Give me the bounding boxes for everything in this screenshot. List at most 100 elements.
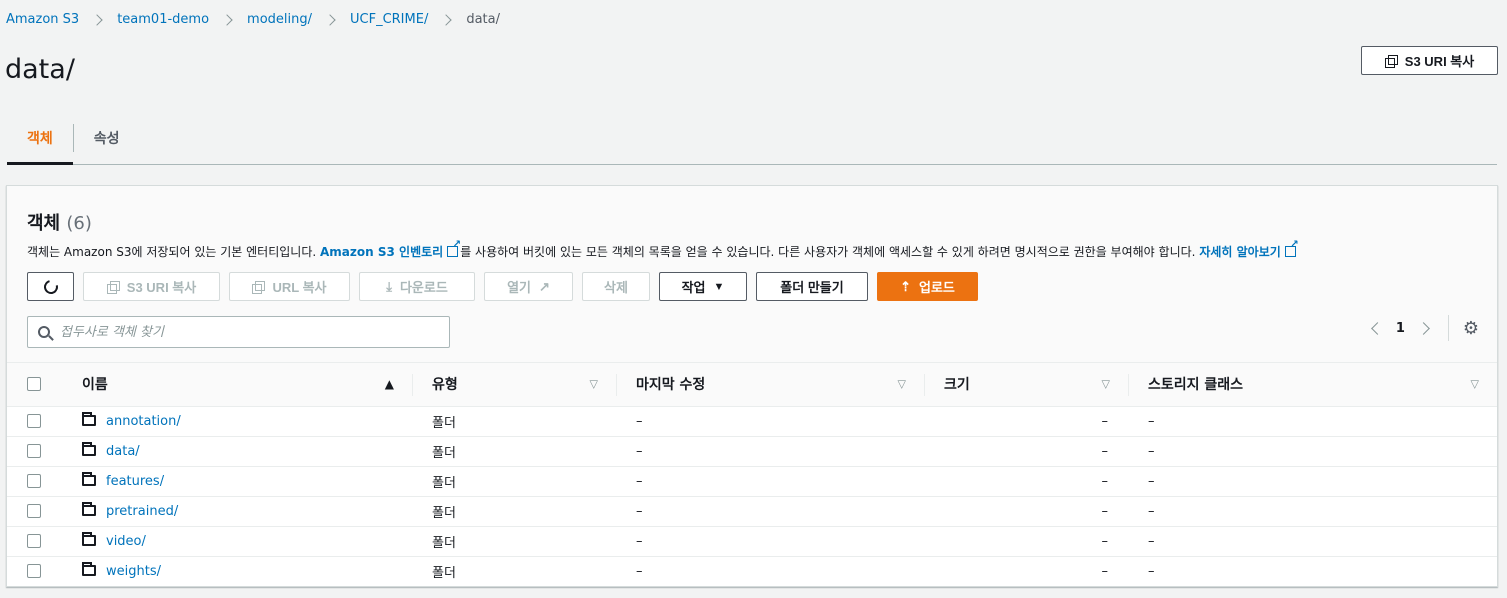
inventory-link[interactable]: Amazon S3 인벤토리 (320, 245, 443, 259)
object-name-link[interactable]: features/ (106, 474, 164, 489)
table-row: annotation/ 폴더 – – – (7, 406, 1497, 436)
folder-icon (82, 471, 96, 486)
tab-objects[interactable]: 객체 (7, 112, 73, 165)
column-storage-class[interactable]: 스토리지 클래스 ▽ (1128, 363, 1497, 406)
modified-cell: – (636, 413, 643, 429)
type-cell: 폴더 (432, 475, 456, 491)
refresh-icon (40, 276, 61, 297)
panel-title-text: 객체 (27, 213, 61, 234)
type-cell: 폴더 (432, 415, 456, 431)
object-name-link[interactable]: weights/ (106, 564, 161, 579)
toolbar-copy-s3-uri-button[interactable]: S3 URI 복사 (83, 272, 220, 301)
modified-cell: – (636, 443, 643, 459)
type-cell: 폴더 (432, 535, 456, 551)
upload-button[interactable]: ⇡ 업로드 (877, 272, 978, 301)
table-row: weights/ 폴더 – – – (7, 556, 1497, 586)
chevron-right-icon (221, 13, 233, 26)
open-label: 열기 (507, 280, 531, 295)
sort-icon[interactable]: ▽ (590, 378, 598, 391)
select-all-cell (7, 363, 62, 406)
toolbar-copy-s3-uri-label: S3 URI 복사 (126, 280, 197, 295)
folder-icon (82, 561, 96, 576)
name-cell: pretrained/ (62, 496, 412, 526)
row-checkbox[interactable] (27, 474, 41, 488)
download-icon: ⤓ (386, 278, 392, 294)
search-input[interactable] (60, 324, 440, 340)
pagination: 1 ⚙ (1369, 314, 1479, 342)
sort-icon[interactable]: ▽ (1471, 378, 1479, 391)
delete-button[interactable]: 삭제 (582, 272, 650, 301)
objects-panel: 객체 (6) 객체는 Amazon S3에 저장되어 있는 기본 엔터티입니다.… (6, 185, 1498, 587)
next-page-icon[interactable] (1416, 321, 1430, 335)
column-size-label: 크기 (944, 377, 970, 394)
learn-more-link[interactable]: 자세히 알아보기 (1199, 245, 1280, 259)
size-cell: – (1101, 533, 1109, 549)
row-checkbox[interactable] (27, 564, 41, 579)
external-link-icon: ↗ (539, 278, 550, 294)
tab-bar: 객체 속성 (7, 112, 1497, 165)
storage-class-cell: – (1148, 413, 1155, 429)
folder-icon (82, 411, 96, 426)
name-cell: annotation/ (62, 406, 412, 436)
current-page[interactable]: 1 (1396, 321, 1405, 336)
desc-prefix: 객체는 Amazon S3에 저장되어 있는 기본 엔터티입니다. (27, 245, 317, 259)
size-cell: – (1101, 443, 1109, 459)
gear-icon[interactable]: ⚙ (1463, 318, 1479, 339)
download-button[interactable]: ⤓ 다운로드 (359, 272, 475, 301)
row-checkbox[interactable] (27, 414, 41, 428)
column-name[interactable]: 이름 ▲ (62, 363, 412, 406)
type-cell: 폴더 (432, 565, 456, 581)
breadcrumb-bucket[interactable]: team01-demo (117, 12, 209, 27)
name-cell: data/ (62, 436, 412, 466)
column-divider (412, 374, 413, 396)
folder-icon (82, 501, 96, 516)
breadcrumb-ucf-crime[interactable]: UCF_CRIME/ (350, 12, 428, 27)
copy-s3-uri-button[interactable]: S3 URI 복사 (1361, 46, 1498, 75)
delete-label: 삭제 (604, 280, 628, 295)
object-name-link[interactable]: annotation/ (106, 414, 181, 429)
copy-icon (1384, 54, 1398, 68)
row-checkbox[interactable] (27, 534, 41, 548)
sort-icon[interactable]: ▽ (1102, 378, 1110, 391)
previous-page-icon[interactable] (1370, 321, 1384, 335)
name-cell: features/ (62, 466, 412, 496)
column-storage-label: 스토리지 클래스 (1148, 377, 1244, 394)
row-select-cell (7, 526, 62, 556)
breadcrumb-modeling[interactable]: modeling/ (247, 12, 312, 27)
name-cell: weights/ (62, 556, 412, 586)
sort-ascending-icon[interactable]: ▲ (385, 377, 394, 391)
actions-label: 작업 (681, 280, 706, 295)
storage-class-cell: – (1148, 473, 1155, 489)
create-folder-button[interactable]: 폴더 만들기 (756, 272, 868, 301)
page-title: data/ (5, 54, 75, 85)
column-modified[interactable]: 마지막 수정 ▽ (616, 363, 924, 406)
refresh-button[interactable] (27, 272, 74, 301)
panel-title: 객체 (6) (27, 209, 92, 235)
breadcrumb-amazon-s3[interactable]: Amazon S3 (6, 12, 79, 27)
tab-properties[interactable]: 속성 (74, 112, 140, 164)
column-size[interactable]: 크기 ▽ (924, 363, 1128, 406)
actions-dropdown[interactable]: 작업 ▼ (659, 272, 747, 301)
chevron-right-icon (324, 13, 336, 26)
select-all-checkbox[interactable] (27, 377, 41, 392)
copy-url-button[interactable]: URL 복사 (229, 272, 350, 301)
object-name-link[interactable]: video/ (106, 534, 146, 549)
column-type[interactable]: 유형 ▽ (412, 363, 616, 406)
size-cell: – (1101, 563, 1109, 579)
caret-down-icon: ▼ (713, 280, 725, 293)
breadcrumb-current: data/ (466, 12, 500, 27)
storage-class-cell: – (1148, 533, 1155, 549)
row-checkbox[interactable] (27, 504, 41, 518)
type-cell: 폴더 (432, 445, 456, 461)
panel-header: 객체 (6) 객체는 Amazon S3에 저장되어 있는 기본 엔터티입니다.… (7, 186, 1497, 363)
row-checkbox[interactable] (27, 444, 41, 458)
open-button[interactable]: 열기 ↗ (484, 272, 573, 301)
column-modified-label: 마지막 수정 (636, 377, 706, 394)
object-name-link[interactable]: pretrained/ (106, 504, 178, 519)
object-name-link[interactable]: data/ (106, 444, 140, 459)
sort-icon[interactable]: ▽ (898, 378, 906, 391)
external-link-icon (447, 239, 461, 257)
desc-middle: 를 사용하여 버킷에 있는 모든 객체의 목록을 얻을 수 있습니다. 다른 사… (460, 245, 1196, 259)
column-name-label: 이름 (82, 377, 108, 394)
table-header-row: 이름 ▲ 유형 ▽ 마지막 수정 ▽ 크기 ▽ 스토리지 클래스 ▽ (7, 363, 1497, 406)
